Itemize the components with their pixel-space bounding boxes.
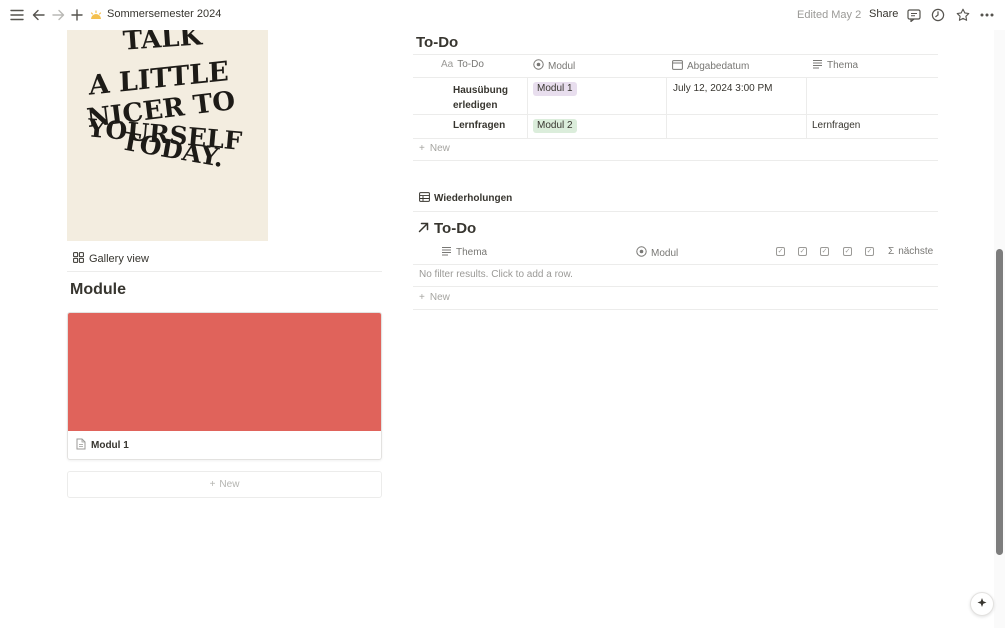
sigma-icon: Σ: [888, 246, 895, 257]
column-label: To-Do: [457, 59, 484, 70]
sparkle-icon: [976, 597, 988, 612]
todo-heading[interactable]: To-Do: [416, 34, 458, 51]
comment-icon[interactable]: [906, 7, 922, 23]
divider: [67, 271, 382, 272]
plus-icon: +: [419, 292, 425, 303]
new-row-button[interactable]: + New: [419, 143, 450, 154]
divider: [413, 211, 938, 212]
table-icon: [419, 192, 430, 205]
gallery-card[interactable]: Modul 1: [67, 312, 382, 460]
forward-arrow-icon[interactable]: [50, 7, 66, 23]
page-icon: [76, 438, 86, 453]
cover-poster-image: TALK A LITTLE NICER TO YOURSELF TODAY.: [67, 30, 268, 241]
column-header-naechste[interactable]: Σ nächste: [888, 246, 933, 257]
text-icon: [812, 59, 823, 72]
top-bar: Sommersemester 2024 Edited May 2 Share: [0, 0, 1005, 30]
column-label: Thema: [827, 60, 859, 71]
card-cover: [68, 313, 381, 431]
todo-cell[interactable]: Lernfragen: [453, 120, 505, 131]
divider: [413, 309, 938, 310]
plus-icon: +: [209, 479, 216, 490]
modul-cell[interactable]: Modul 2: [533, 119, 577, 133]
divider: [413, 138, 938, 139]
status-icon: [533, 59, 544, 73]
column-header-abgabedatum[interactable]: Abgabedatum: [672, 59, 749, 73]
todo-name-line: erledigen: [453, 100, 498, 111]
checkbox-column-icon[interactable]: ✓: [843, 247, 852, 256]
column-header-modul[interactable]: Modul: [636, 246, 678, 260]
new-row-label: New: [429, 143, 450, 154]
menu-icon[interactable]: [9, 7, 25, 23]
divider: [413, 160, 938, 161]
more-icon[interactable]: [979, 7, 995, 23]
divider: [413, 264, 938, 265]
gallery-view-label: Gallery view: [89, 253, 149, 265]
plus-icon[interactable]: [69, 7, 85, 23]
plus-icon: +: [419, 143, 425, 154]
edited-timestamp: Edited May 2: [797, 9, 862, 21]
clock-icon[interactable]: [930, 7, 946, 23]
column-label: Modul: [651, 247, 679, 259]
text-icon: [441, 246, 452, 259]
new-card-button[interactable]: + New: [67, 471, 382, 498]
status-icon: [636, 246, 647, 260]
checkbox-column-icon[interactable]: ✓: [776, 247, 785, 256]
column-header-thema[interactable]: Thema: [812, 59, 858, 72]
new-row-label: New: [429, 292, 450, 303]
gallery-grid-icon: [73, 252, 84, 266]
thema-cell[interactable]: Lernfragen: [812, 120, 860, 131]
gallery-view-tab[interactable]: Gallery view: [73, 252, 149, 266]
column-divider: [806, 77, 807, 138]
divider: [413, 77, 938, 78]
checkbox-column-icon[interactable]: ✓: [820, 247, 829, 256]
card-title-label: Modul 1: [91, 440, 129, 451]
divider: [413, 114, 938, 115]
share-button[interactable]: Share: [869, 8, 898, 20]
column-header-thema[interactable]: Thema: [441, 246, 487, 259]
column-label: Abgabedatum: [687, 60, 750, 72]
column-label: Modul: [548, 60, 576, 72]
table-view-tab[interactable]: Wiederholungen: [419, 192, 512, 205]
sun-icon: [88, 7, 104, 23]
page-title[interactable]: Sommersemester 2024: [107, 8, 221, 20]
modul-tag: Modul 2: [533, 119, 577, 133]
abgabedatum-cell[interactable]: July 12, 2024 3:00 PM: [673, 83, 773, 94]
modul-tag: Modul 1: [533, 82, 577, 96]
column-divider: [666, 77, 667, 138]
divider: [413, 286, 938, 287]
todo-name-line: Hausübung: [453, 85, 508, 96]
ai-assistant-button[interactable]: [970, 592, 994, 616]
checkbox-column-icon[interactable]: ✓: [798, 247, 807, 256]
empty-filter-message[interactable]: No filter results. Click to add a row.: [419, 269, 573, 280]
divider: [413, 54, 938, 55]
column-header-todo[interactable]: Aa To-Do: [441, 59, 484, 70]
linked-todo-heading[interactable]: To-Do: [418, 220, 476, 237]
checkbox-column-icon[interactable]: ✓: [865, 247, 874, 256]
todo-cell[interactable]: Hausübung erledigen: [453, 83, 508, 113]
calendar-icon: [672, 59, 683, 73]
column-header-modul[interactable]: Modul: [533, 59, 575, 73]
table-view-label: Wiederholungen: [434, 193, 513, 204]
column-divider: [527, 77, 528, 138]
modul-cell[interactable]: Modul 1: [533, 82, 577, 96]
title-type-icon: Aa: [441, 59, 454, 70]
new-card-label: New: [219, 479, 240, 490]
linked-todo-title: To-Do: [434, 220, 477, 237]
card-title: Modul 1: [76, 438, 129, 453]
column-label: nächste: [898, 246, 934, 257]
scrollbar-thumb[interactable]: [996, 249, 1003, 555]
column-label: Thema: [456, 247, 488, 258]
back-arrow-icon[interactable]: [30, 7, 46, 23]
new-row-button[interactable]: + New: [419, 292, 450, 303]
star-icon[interactable]: [955, 7, 971, 23]
module-heading: Module: [70, 281, 126, 298]
poster-line: TALK: [122, 30, 204, 57]
link-arrow-icon: [418, 220, 429, 237]
